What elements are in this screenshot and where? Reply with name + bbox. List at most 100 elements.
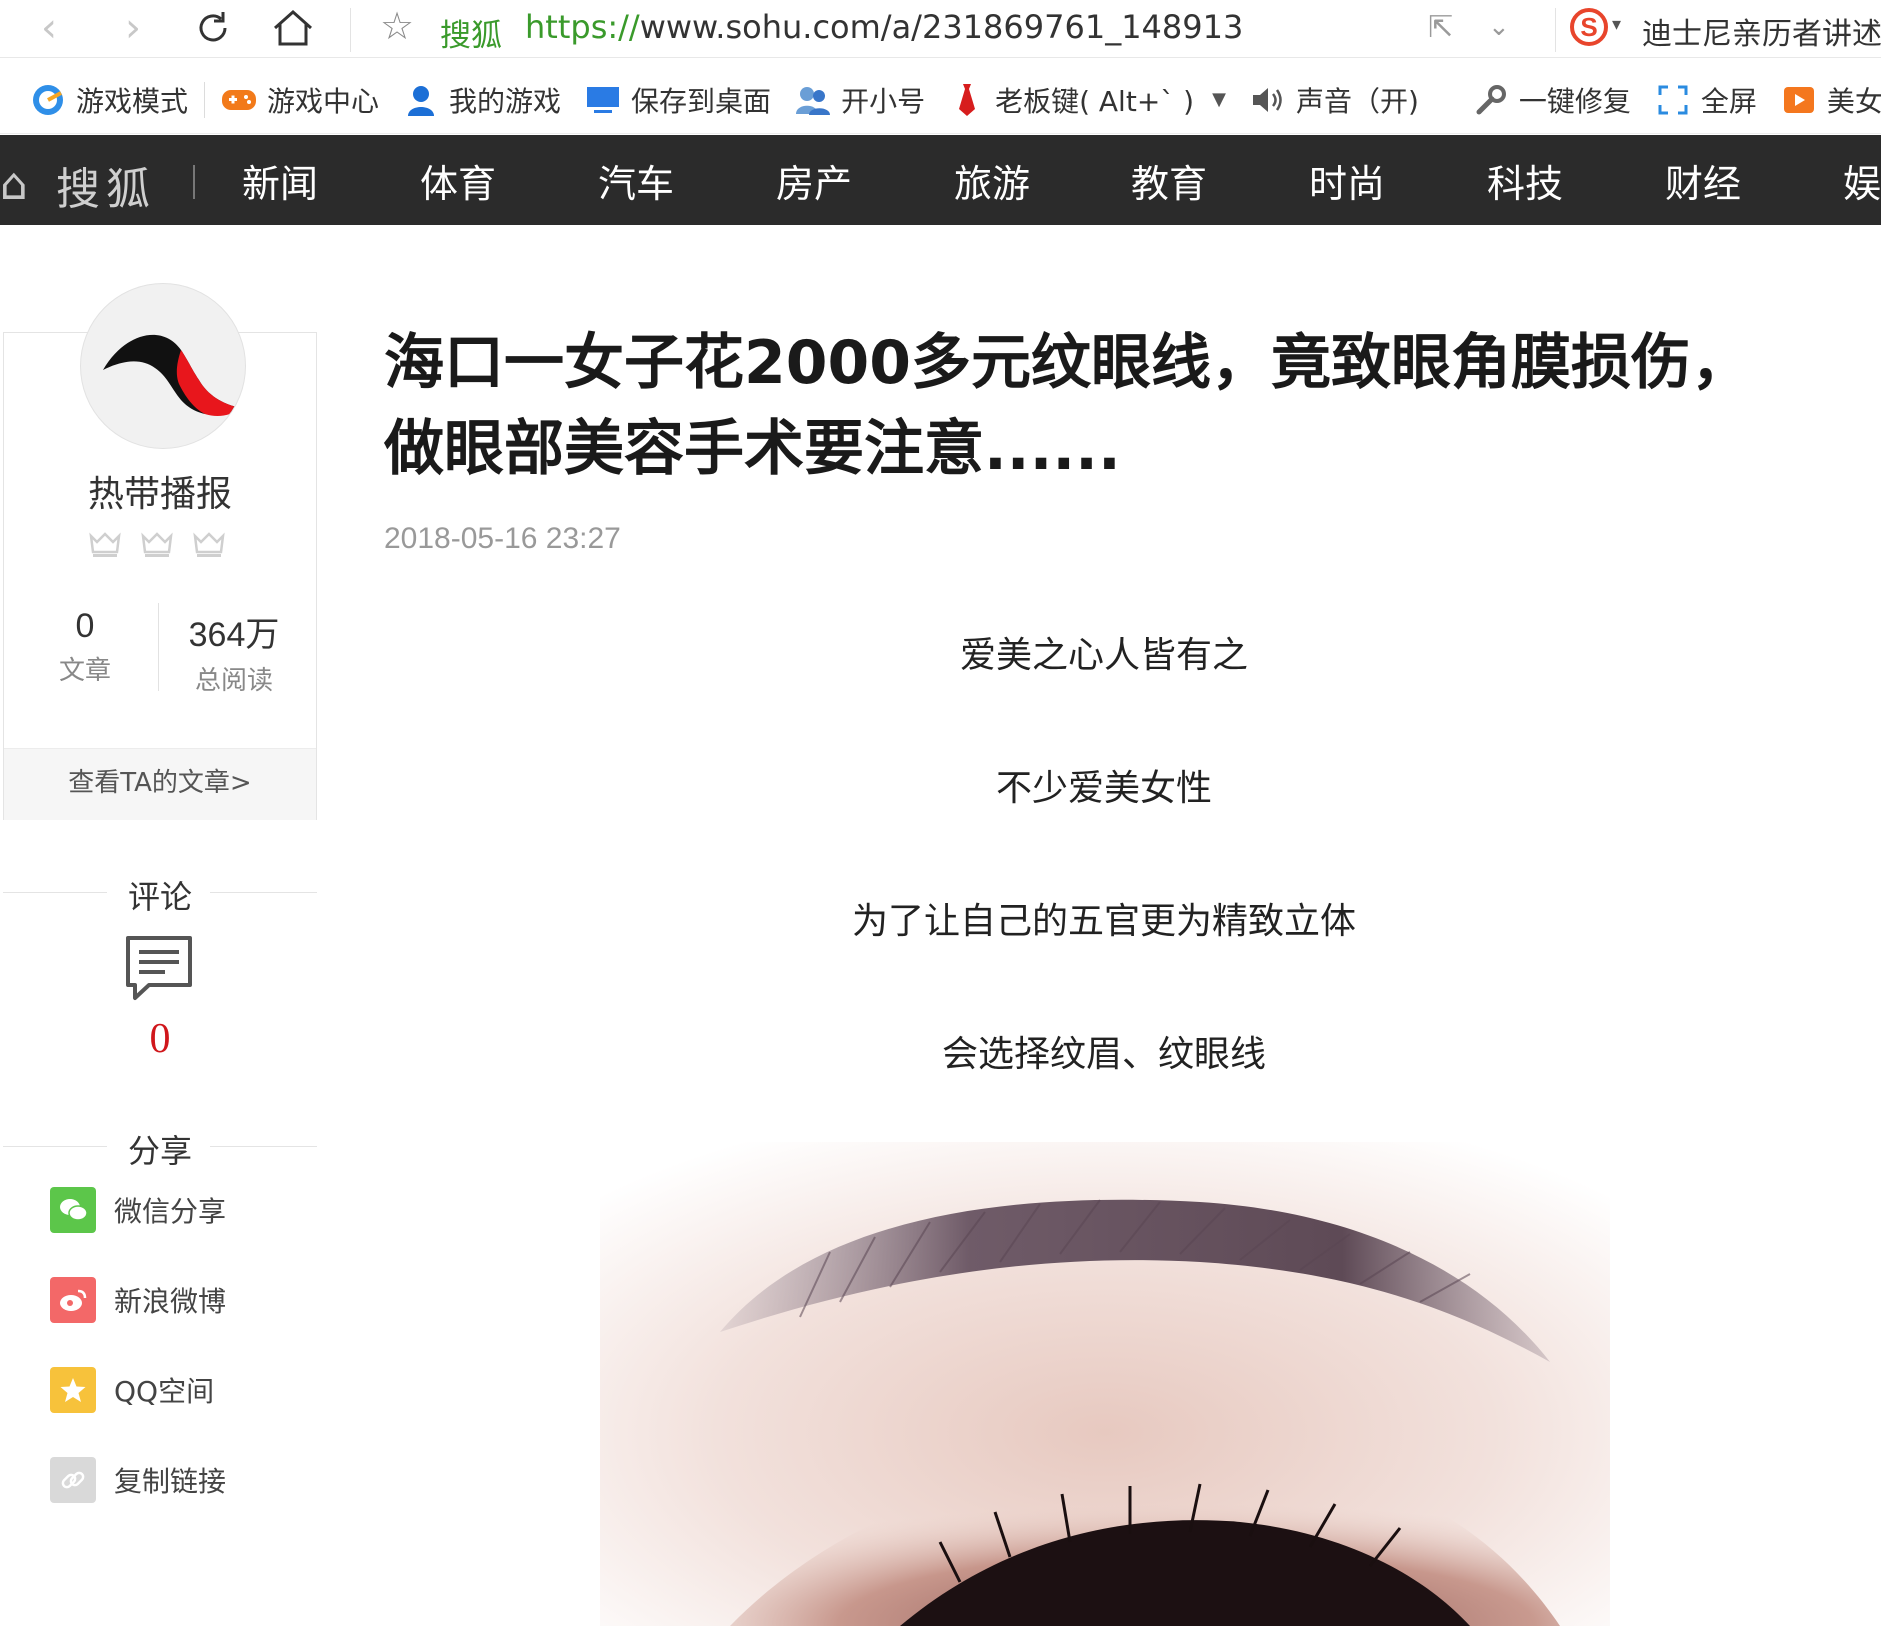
search-engine-icon[interactable]: S [1570,8,1608,46]
toolbar-alt-account[interactable]: 开小号 [783,66,937,133]
article-paragraph: 不少爱美女性 [995,768,1212,809]
toolbar-label: 我的游戏 [449,84,562,118]
toolbar-my-games[interactable]: 我的游戏 [391,66,573,133]
wechat-icon [50,1187,96,1233]
articles-count: 0 [75,607,95,645]
toolbar-repair[interactable]: 一键修复 [1461,66,1643,133]
comments-heading: 评论 [127,878,192,916]
site-logo[interactable]: 搜狐 [56,153,156,217]
search-suggestion[interactable]: 迪士尼亲历者讲述 [1642,9,1881,53]
share-label: 新浪微博 [114,1285,227,1318]
article-paragraph: 为了让自己的五官更为精致立体 [851,901,1356,942]
share-label: 复制链接 [114,1465,227,1498]
boss-key-dropdown-icon[interactable]: ▼ [1212,89,1226,110]
author-name[interactable]: 热带播报 [0,465,320,517]
reads-label: 总阅读 [194,666,273,696]
home-button[interactable] [270,4,316,52]
game-mode-icon [30,82,66,118]
copy-link-button[interactable]: 复制链接 [50,1456,226,1504]
article-image-eye [600,1142,1610,1626]
users-icon [795,82,831,118]
bookmark-star-icon[interactable]: ☆ [380,4,414,48]
nav-link-education[interactable]: 教育 [1131,153,1207,208]
articles-label: 文章 [58,656,111,686]
share-page-icon[interactable]: ⇱ [1428,10,1453,45]
nav-link-tech[interactable]: 科技 [1487,153,1563,208]
search-engine-dropdown-icon[interactable]: ▾ [1612,14,1621,35]
article-paragraph: 会选择纹眉、纹眼线 [941,1034,1266,1075]
toolbar-label: 一键修复 [1518,84,1631,118]
share-label: QQ空间 [114,1375,215,1408]
speaker-icon [1250,82,1286,118]
back-icon[interactable]: ‹ [26,4,72,52]
necktie-icon [949,82,985,118]
share-wechat-button[interactable]: 微信分享 [50,1186,226,1234]
toolbar-label: 全屏 [1700,84,1757,118]
browser-address-bar: ‹ › ☆ 搜狐 https://www.sohu.com/a/23186976… [0,0,1881,58]
divider [350,8,351,52]
comment-count[interactable]: 0 [0,1015,320,1063]
toolbar-label: 游戏模式 [76,84,189,118]
site-name: 搜狐 [440,18,502,54]
home-icon[interactable]: ⌂ [0,159,28,210]
nav-link-travel[interactable]: 旅游 [954,153,1030,208]
share-label: 微信分享 [114,1195,227,1228]
url-path: www.sohu.com/a/231869761_148913 [639,8,1244,46]
home-icon [274,9,312,46]
forward-icon[interactable]: › [110,4,156,52]
user-icon [403,82,439,118]
share-qzone-button[interactable]: QQ空间 [50,1366,214,1414]
article-paragraph: 爱美之心人皆有之 [959,635,1248,676]
article-title-line: 海口一女子花2000多元纹眼线，竟致眼角膜损伤， [384,328,1751,398]
divider [204,81,206,118]
toolbar-sound[interactable]: 声音（开) [1238,66,1431,133]
toolbar-label: 声音（开) [1295,84,1419,118]
nav-link-news[interactable]: 新闻 [242,153,318,208]
star-icon [50,1367,96,1413]
article-title-line: 做眼部美容手术要注意...... [384,414,1121,484]
avatar[interactable] [80,283,246,449]
badge-icon [193,532,225,557]
divider [1555,8,1556,52]
url-protocol: https:// [525,8,640,46]
comments-section-header: 评论 [3,872,317,916]
toolbar-label: 老板键( Alt+` ) [995,84,1195,118]
toolbar-game-center[interactable]: 游戏中心 [209,66,391,133]
url-dropdown-chevron-icon[interactable]: ⌄ [1488,12,1510,42]
toolbar-game-mode[interactable]: 游戏模式 [0,66,200,133]
toolbar-label: 美女 [1826,84,1881,118]
author-logo-icon [103,334,241,416]
view-author-articles-link[interactable]: 查看TA的文章> [4,748,316,820]
url-field[interactable]: https://www.sohu.com/a/231869761_148913 [525,8,1243,46]
game-toolbar: 游戏模式 游戏中心 我的游戏 保存到桌面 开小号 老板键( Alt+` ) ▼ … [0,66,1881,134]
gamepad-icon [221,82,257,118]
comment-icon[interactable] [125,935,193,1001]
wrench-icon [1473,82,1509,118]
divider [193,165,195,199]
site-nav-bar: ⌂ 搜狐 新闻 体育 汽车 房产 旅游 教育 时尚 科技 财经 娱 [0,135,1881,225]
share-section-header: 分享 [3,1126,317,1170]
toolbar-save-desktop[interactable]: 保存到桌面 [573,66,783,133]
nav-link-fashion[interactable]: 时尚 [1309,153,1385,208]
divider [158,603,159,691]
share-weibo-button[interactable]: 新浪微博 [50,1276,226,1324]
toolbar-fullscreen[interactable]: 全屏 [1643,66,1769,133]
toolbar-label: 保存到桌面 [631,84,772,118]
author-badges [88,530,226,560]
badge-icon [89,532,121,557]
video-play-icon [1781,82,1817,118]
nav-link-house[interactable]: 房产 [776,153,852,208]
badge-icon [141,532,173,557]
refresh-button[interactable] [190,4,236,52]
nav-link-finance[interactable]: 财经 [1665,153,1741,208]
toolbar-boss-key[interactable]: 老板键( Alt+` ) ▼ [937,66,1238,133]
article-title: 海口一女子花2000多元纹眼线，竟致眼角膜损伤， 做眼部美容手术要注意.....… [384,320,1784,492]
toolbar-beauty[interactable]: 美女 [1769,66,1881,133]
nav-link-sports[interactable]: 体育 [420,153,496,208]
weibo-icon [50,1277,96,1323]
toolbar-label: 游戏中心 [267,84,380,118]
nav-link-entertainment[interactable]: 娱 [1843,153,1881,208]
reads-count: 364万 [188,616,280,654]
nav-link-auto[interactable]: 汽车 [598,153,674,208]
article-date: 2018-05-16 23:27 [384,522,621,555]
